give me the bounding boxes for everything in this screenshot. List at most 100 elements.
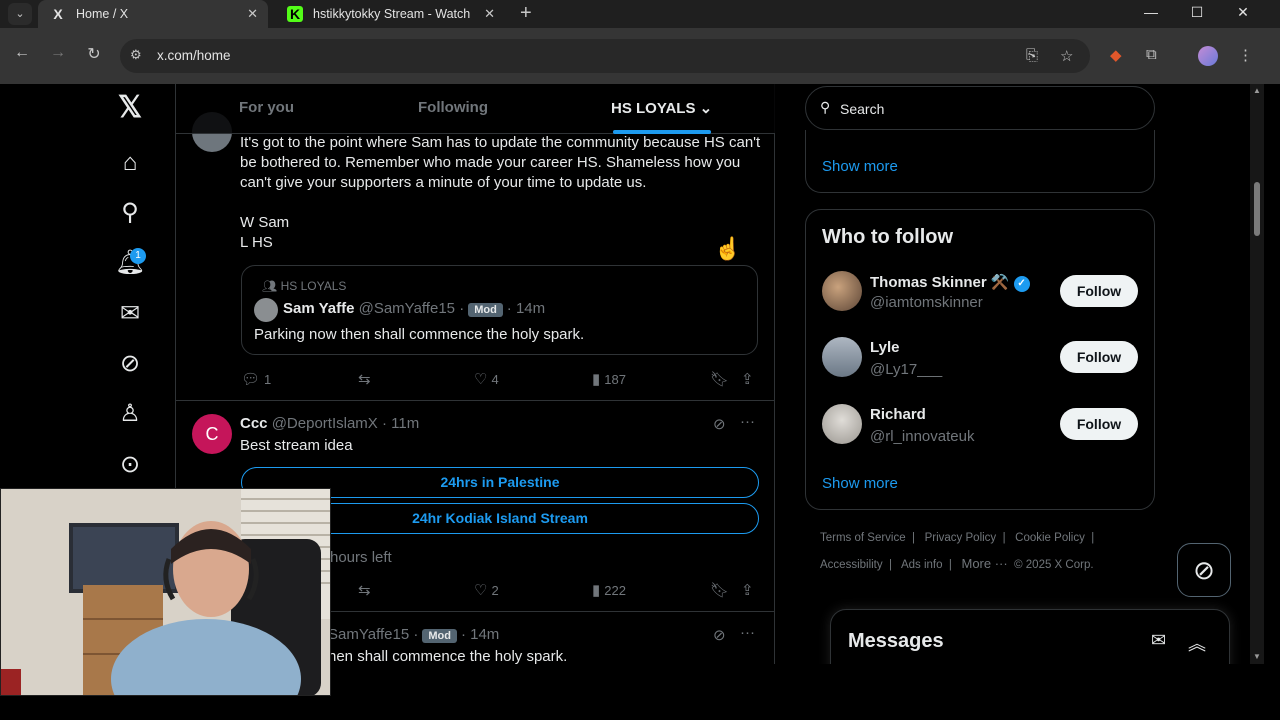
- reply-button[interactable]: 💬︎ 1: [241, 370, 271, 388]
- tab-hs-loyals[interactable]: HS LOYALS ⌄: [611, 99, 712, 117]
- home-icon[interactable]: ⌂: [114, 147, 146, 179]
- quoted-post[interactable]: 👥︎ HS LOYALS Sam Yaffe @SamYaffe15 · Mod ·…: [241, 265, 758, 355]
- install-app-icon[interactable]: ⎘: [1026, 47, 1038, 64]
- quote-author-name[interactable]: Sam Yaffe: [283, 300, 354, 317]
- close-tab-icon[interactable]: ✕: [247, 0, 258, 28]
- grok-explain-icon[interactable]: ⊘: [713, 626, 726, 644]
- post-text-line: W Sam: [240, 214, 290, 231]
- repost-button[interactable]: ⇆: [358, 581, 375, 599]
- grok-icon[interactable]: ⊘: [114, 348, 146, 380]
- bookmark-icon[interactable]: 🔖︎: [710, 370, 733, 388]
- post-avatar[interactable]: C: [192, 414, 232, 454]
- like-count: 4: [491, 372, 499, 387]
- search-placeholder: Search: [840, 101, 885, 117]
- ads-info-link[interactable]: Ads info: [901, 559, 943, 571]
- tab-search-menu[interactable]: ⌄: [8, 3, 32, 25]
- maximize-icon[interactable]: ☐: [1182, 4, 1212, 21]
- user-handle: @Ly17___: [870, 361, 943, 378]
- grok-floating-button[interactable]: ⊘: [1177, 543, 1231, 597]
- hammer-pick-icon: ⚒️: [990, 274, 1010, 291]
- views-button[interactable]: ▮ 222: [592, 581, 626, 599]
- author-handle[interactable]: @DeportIslamX: [272, 415, 378, 432]
- tab-for-you[interactable]: For you: [239, 99, 294, 116]
- more-options-icon[interactable]: ···: [740, 624, 755, 641]
- messages-drawer[interactable]: Messages ✉ ︽: [830, 609, 1230, 664]
- share-icon[interactable]: ⇪: [741, 370, 758, 388]
- address-bar[interactable]: ⚙ x.com/home ⎘ ☆: [120, 39, 1090, 73]
- profile-icon[interactable]: ♙: [114, 398, 146, 430]
- bookmark-star-icon[interactable]: ☆: [1060, 47, 1073, 65]
- user-name[interactable]: Richard: [870, 406, 926, 423]
- site-info-icon[interactable]: ⚙: [130, 47, 142, 63]
- copyright-text: © 2025 X Corp.: [1014, 559, 1094, 571]
- window-close-icon[interactable]: ✕: [1228, 4, 1258, 21]
- messages-envelope-icon[interactable]: ✉: [114, 298, 146, 330]
- like-button[interactable]: ♡ 2: [474, 581, 499, 599]
- x-favicon-icon: X: [53, 6, 63, 22]
- like-button[interactable]: ♡ 4: [474, 370, 499, 388]
- new-message-icon[interactable]: ✉: [1151, 630, 1166, 651]
- extension-fox-icon[interactable]: ◆: [1110, 46, 1122, 64]
- more-circle-icon[interactable]: ⊙: [114, 449, 146, 481]
- tab-title: Home / X: [76, 7, 129, 21]
- views-button[interactable]: ▮ 187: [592, 370, 626, 388]
- close-tab-icon[interactable]: ✕: [484, 0, 495, 28]
- post-text: Best stream idea: [240, 437, 353, 454]
- x-logo-icon[interactable]: 𝕏: [114, 92, 146, 124]
- grok-explain-icon[interactable]: ⊘: [713, 415, 726, 433]
- extensions-puzzle-icon[interactable]: ⧉: [1146, 46, 1157, 63]
- browser-toolbar: ← → ↻ ⚙ x.com/home ⎘ ☆ ◆ ⧉ ⋮: [0, 28, 1280, 84]
- more-link[interactable]: More ···: [962, 556, 1008, 571]
- chevron-down-icon[interactable]: ⌄: [700, 100, 713, 117]
- browser-tab-home[interactable]: X Home / X ✕: [38, 0, 268, 28]
- webcam-image: [1, 489, 330, 695]
- tab-following[interactable]: Following: [418, 99, 488, 116]
- browser-menu-icon[interactable]: ⋮: [1238, 46, 1253, 64]
- community-label: 👥︎ HS LOYALS: [262, 279, 346, 293]
- post-divider: [176, 400, 775, 401]
- browser-tab-stream[interactable]: K hstikkytokky Stream - Watch Li ✕: [275, 0, 505, 28]
- new-tab-icon[interactable]: +: [520, 2, 532, 25]
- who-to-follow-show-more-link[interactable]: Show more: [822, 475, 898, 492]
- follow-button[interactable]: Follow: [1060, 341, 1138, 373]
- repost-icon: ⇆: [358, 371, 371, 388]
- mod-badge: Mod: [422, 629, 457, 643]
- user-avatar[interactable]: [822, 404, 862, 444]
- accessibility-link[interactable]: Accessibility: [820, 559, 883, 571]
- like-count: 2: [491, 583, 499, 598]
- author-handle[interactable]: SamYaffe15: [328, 626, 409, 643]
- more-options-icon[interactable]: ···: [740, 413, 755, 430]
- share-icon[interactable]: ⇪: [741, 581, 758, 599]
- user-name[interactable]: Lyle: [870, 339, 899, 356]
- follow-button[interactable]: Follow: [1060, 275, 1138, 307]
- back-icon[interactable]: ←: [10, 44, 34, 62]
- quote-author-handle[interactable]: @SamYaffe15: [359, 300, 455, 317]
- repost-button[interactable]: ⇆: [358, 370, 375, 388]
- terms-link[interactable]: Terms of Service: [820, 532, 906, 544]
- privacy-link[interactable]: Privacy Policy: [925, 532, 997, 544]
- timeline-tabs: For you Following HS LOYALS ⌄: [176, 84, 775, 134]
- quote-avatar[interactable]: [254, 298, 278, 322]
- user-avatar[interactable]: [822, 271, 862, 311]
- forward-icon[interactable]: →: [46, 44, 70, 62]
- page-scrollbar[interactable]: ▲ ▼: [1250, 84, 1264, 664]
- scroll-up-arrow-icon[interactable]: ▲: [1253, 86, 1261, 95]
- bookmark-icon[interactable]: 🔖︎: [710, 581, 733, 599]
- quote-header: Sam Yaffe @SamYaffe15 · Mod · 14m: [283, 300, 546, 317]
- user-name[interactable]: Thomas Skinner ⚒️ ✓: [870, 273, 1030, 292]
- explore-search-icon[interactable]: ⚲: [114, 197, 146, 229]
- reload-icon[interactable]: ↻: [82, 44, 106, 64]
- trends-show-more-link[interactable]: Show more: [822, 158, 898, 175]
- scrollbar-thumb[interactable]: [1254, 182, 1260, 236]
- notification-badge: 1: [130, 248, 146, 264]
- cookie-link[interactable]: Cookie Policy: [1015, 532, 1085, 544]
- search-input[interactable]: ⚲ Search: [805, 86, 1155, 130]
- user-avatar[interactable]: [822, 337, 862, 377]
- footer-links-row-1: Terms of Service | Privacy Policy | Cook…: [820, 532, 1095, 544]
- author-name[interactable]: Ccc: [240, 415, 268, 432]
- scroll-down-arrow-icon[interactable]: ▼: [1253, 652, 1261, 661]
- minimize-icon[interactable]: —: [1136, 4, 1166, 20]
- profile-avatar[interactable]: [1198, 46, 1218, 66]
- expand-chevron-up-icon[interactable]: ︽: [1188, 630, 1206, 656]
- follow-button[interactable]: Follow: [1060, 408, 1138, 440]
